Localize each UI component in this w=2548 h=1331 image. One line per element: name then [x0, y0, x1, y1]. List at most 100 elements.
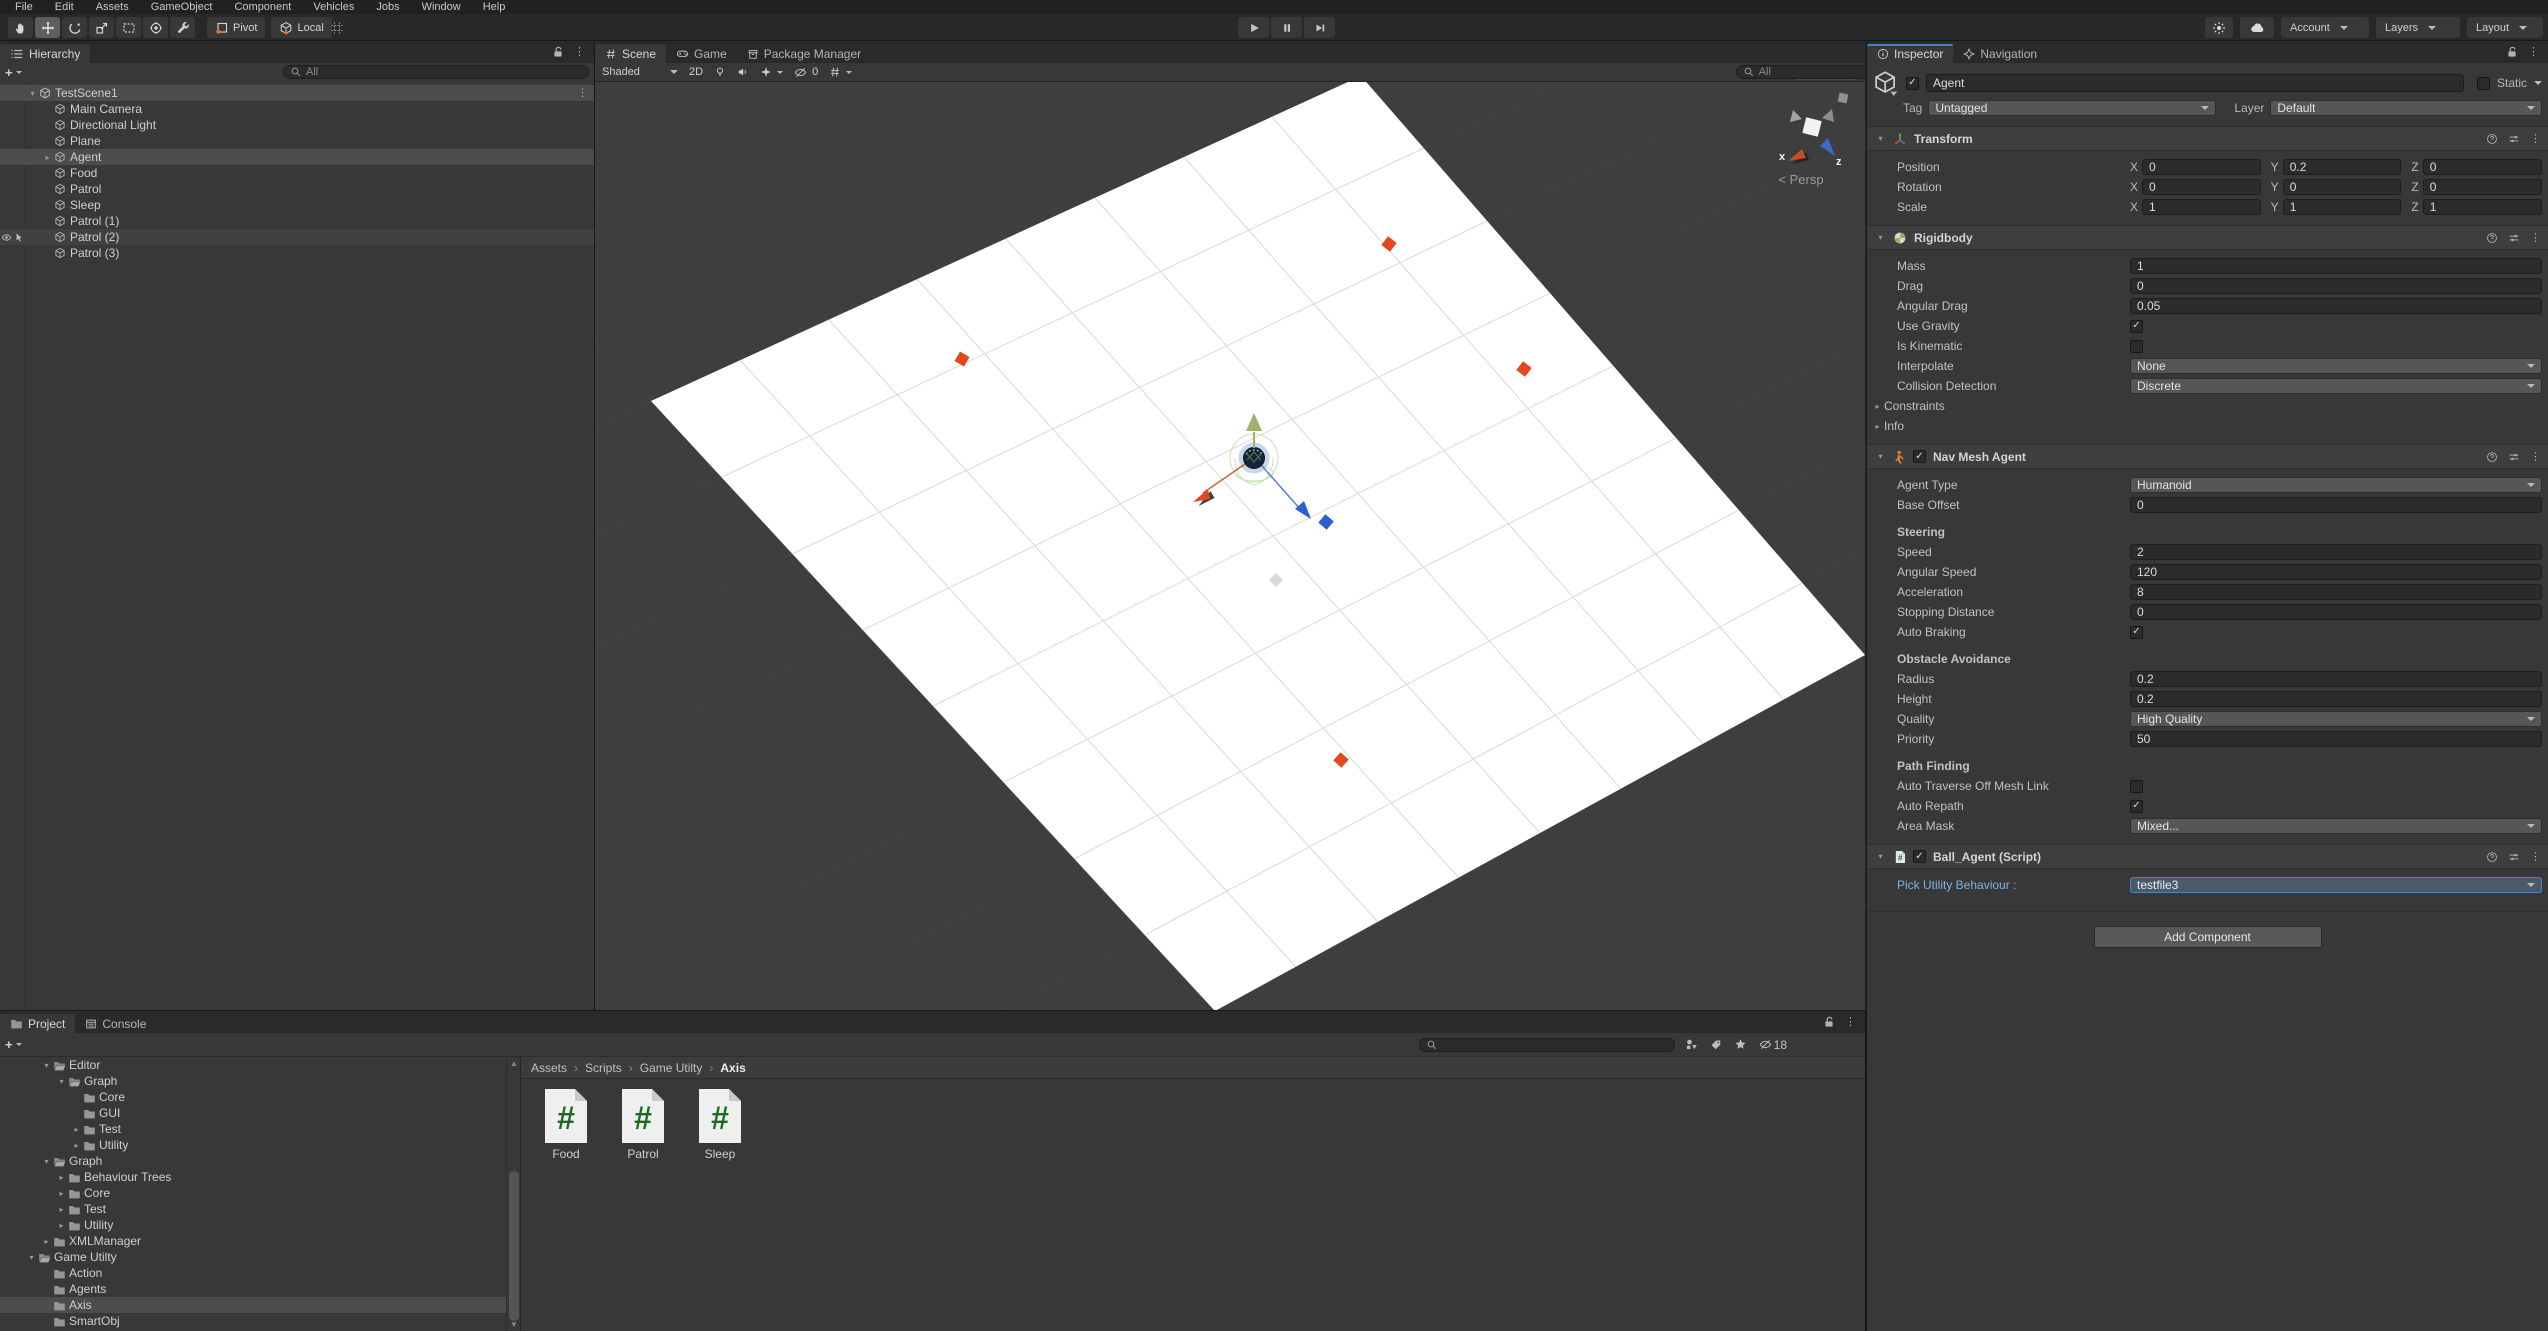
menu-help[interactable]: Help [472, 0, 517, 14]
axis-z-input[interactable]: 0 [2423, 179, 2542, 195]
play-button[interactable] [1238, 17, 1269, 38]
rect-tool-button[interactable] [116, 17, 141, 38]
scene-marker[interactable] [1838, 93, 1849, 104]
project-folder-editor[interactable]: ▾Editor [0, 1057, 506, 1073]
foldout-arrow[interactable]: ▸ [55, 1173, 68, 1182]
tab-package-manager[interactable]: Package Manager [737, 44, 871, 63]
menu-file[interactable]: File [4, 0, 44, 14]
foldout-arrow[interactable]: ▾ [1874, 452, 1887, 461]
property-input[interactable]: 0.2 [2130, 691, 2542, 707]
component-more-icon[interactable]: ⋮ [2530, 452, 2541, 462]
pivot-toggle-button[interactable]: Pivot [207, 17, 265, 38]
menu-jobs[interactable]: Jobs [365, 0, 410, 14]
property-dropdown[interactable]: High Quality [2130, 711, 2542, 727]
foldout-arrow[interactable]: ▸ [70, 1125, 83, 1134]
cloud-services-button[interactable] [2240, 17, 2274, 38]
project-folder-xmlmanager[interactable]: ▸XMLManager [0, 1233, 506, 1249]
project-folder-action[interactable]: Action [0, 1265, 506, 1281]
project-folder-graph[interactable]: ▾Graph [0, 1073, 506, 1089]
property-dropdown[interactable]: None [2130, 358, 2542, 374]
project-folder-game-utilty[interactable]: ▾Game Utilty [0, 1249, 506, 1265]
persp-label[interactable]: < Persp [1741, 172, 1861, 187]
project-folder-gui[interactable]: GUI [0, 1105, 506, 1121]
account-dropdown[interactable]: Account [2281, 17, 2369, 38]
shading-mode-dropdown[interactable]: Shaded [602, 66, 678, 78]
hierarchy-item-main-camera[interactable]: Main Camera [0, 101, 594, 117]
hierarchy-search-box[interactable] [283, 65, 589, 79]
axis-y-input[interactable]: 0.2 [2283, 159, 2402, 175]
foldout-arrow[interactable]: ▾ [40, 1061, 53, 1070]
tab-hierarchy[interactable]: Hierarchy [0, 44, 90, 63]
project-folder-test[interactable]: ▸Test [0, 1201, 506, 1217]
component-header-ball-agent-script[interactable]: ▾#Ball_Agent (Script)⋮ [1867, 845, 2548, 869]
layers-dropdown[interactable]: Layers [2376, 17, 2460, 38]
favorites-icon[interactable] [1734, 1038, 1747, 1051]
agent-object[interactable] [1244, 448, 1265, 469]
property-input[interactable]: 0.05 [2130, 298, 2542, 314]
axis-y-input[interactable]: 1 [2283, 199, 2402, 215]
presets-icon[interactable] [2508, 232, 2520, 244]
property-checkbox[interactable] [2130, 626, 2143, 639]
effects-dropdown[interactable] [760, 66, 783, 78]
menu-component[interactable]: Component [223, 0, 302, 14]
more-menu-icon[interactable]: ⋮ [2528, 47, 2539, 57]
component-more-icon[interactable]: ⋮ [2530, 852, 2541, 862]
help-icon[interactable] [2486, 851, 2498, 863]
foldout-arrow[interactable]: ▸ [55, 1189, 68, 1198]
axis-z-input[interactable]: 0 [2423, 159, 2542, 175]
help-icon[interactable] [2486, 133, 2498, 145]
gameobject-cube-icon[interactable] [1873, 70, 1899, 96]
hierarchy-item-food[interactable]: Food [0, 165, 594, 181]
help-icon[interactable] [2486, 232, 2498, 244]
property-dropdown[interactable]: Humanoid [2130, 477, 2542, 493]
project-search-box[interactable] [1419, 1038, 1675, 1052]
scroll-down-icon[interactable]: ▼ [507, 1320, 521, 1329]
project-folder-graph[interactable]: ▾Graph [0, 1153, 506, 1169]
static-dropdown-caret[interactable] [2534, 81, 2542, 85]
property-input[interactable]: 0 [2130, 604, 2542, 620]
hierarchy-item-plane[interactable]: Plane [0, 133, 594, 149]
foldout-arrow[interactable]: ▸ [70, 1141, 83, 1150]
project-create-button[interactable]: + [5, 1037, 22, 1052]
component-more-icon[interactable]: ⋮ [2530, 233, 2541, 243]
label-filter-icon[interactable] [1710, 1039, 1722, 1051]
foldout-arrow[interactable]: ▾ [26, 89, 39, 98]
foldout-arrow[interactable]: ▾ [1874, 233, 1887, 242]
presets-icon[interactable] [2508, 133, 2520, 145]
property-input[interactable]: 1 [2130, 258, 2542, 274]
property-row-constraints[interactable]: ▸Constraints [1867, 396, 2548, 416]
rotate-tool-button[interactable] [62, 17, 87, 38]
breadcrumb-axis[interactable]: Axis [720, 1061, 745, 1075]
transform-tool-button[interactable] [143, 17, 168, 38]
active-checkbox[interactable] [1906, 77, 1919, 90]
project-folder-test[interactable]: ▸Test [0, 1121, 506, 1137]
project-folder-agents[interactable]: Agents [0, 1281, 506, 1297]
property-input[interactable]: 2 [2130, 544, 2542, 560]
custom-tool-button[interactable] [170, 17, 195, 38]
project-tree-scrollbar[interactable]: ▲ ▼ [506, 1057, 520, 1331]
breadcrumb-assets[interactable]: Assets [531, 1061, 567, 1075]
axis-x-input[interactable]: 1 [2142, 199, 2261, 215]
foldout-arrow[interactable]: ▾ [25, 1253, 38, 1262]
tab-game[interactable]: Game [666, 44, 737, 63]
tab-navigation[interactable]: Navigation [1953, 44, 2047, 63]
component-more-icon[interactable]: ⋮ [2530, 134, 2541, 144]
foldout-arrow[interactable]: ▾ [40, 1157, 53, 1166]
menu-vehicles[interactable]: Vehicles [302, 0, 365, 14]
foldout-arrow[interactable]: ▸ [55, 1205, 68, 1214]
breadcrumb-game-utilty[interactable]: Game Utilty [640, 1061, 703, 1075]
project-folder-smartobj[interactable]: SmartObj [0, 1313, 506, 1329]
axis-x-input[interactable]: 0 [2142, 159, 2261, 175]
more-menu-icon[interactable]: ⋮ [1845, 1017, 1856, 1027]
presets-icon[interactable] [2508, 851, 2520, 863]
property-checkbox[interactable] [2130, 800, 2143, 813]
hand-tool-button[interactable] [8, 17, 33, 38]
project-folder-core[interactable]: Core [0, 1089, 506, 1105]
property-checkbox[interactable] [2130, 320, 2143, 333]
breadcrumb-scripts[interactable]: Scripts [585, 1061, 622, 1075]
property-input[interactable]: 8 [2130, 584, 2542, 600]
file-food[interactable]: #Food [542, 1089, 590, 1161]
hidden-objects-button[interactable]: 0 [794, 66, 818, 79]
scene-viewport[interactable]: xz < Persp [595, 82, 1865, 1010]
foldout-arrow[interactable]: ▾ [55, 1077, 68, 1086]
